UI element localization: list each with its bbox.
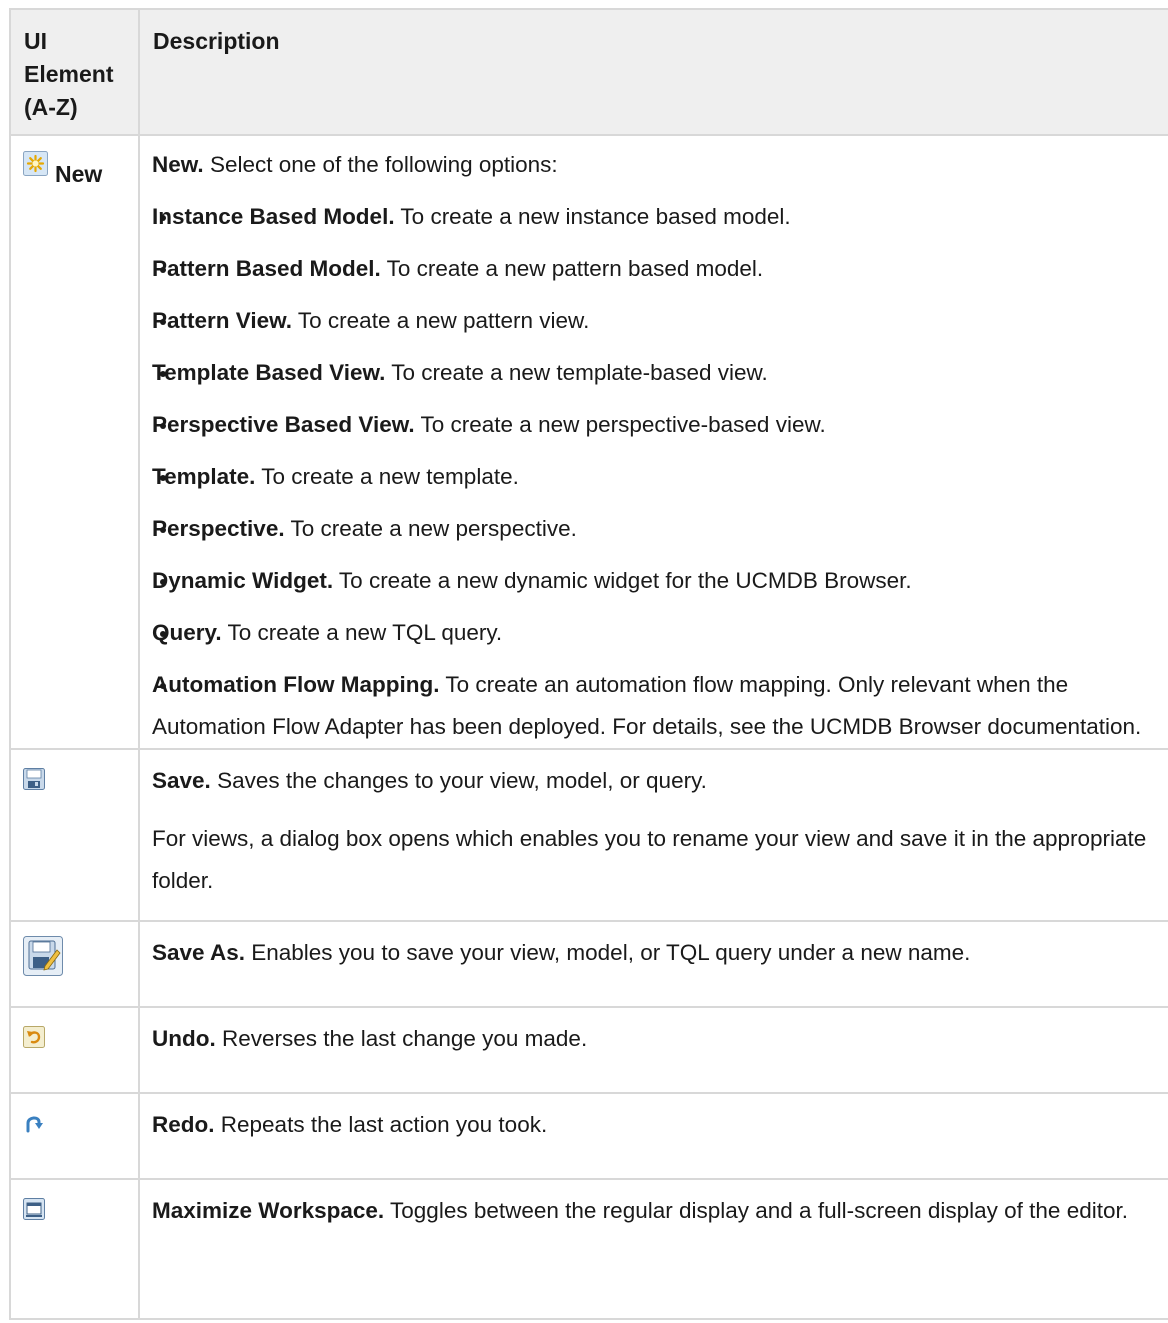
option-text: To create a new perspective-based view. [414,412,826,437]
option-text: To create a new instance based model. [394,204,791,229]
list-item: Perspective. To create a new perspective… [152,508,1165,550]
element-column-header: UI Element (A-Z) [9,8,140,136]
term: Save As. [152,940,245,965]
option-text: To create a new dynamic widget for the U… [333,568,912,593]
term: Maximize Workspace. [152,1198,385,1223]
description-cell: Save As. Enables you to save your view, … [138,920,1168,1008]
definition: Select one of the following options: [203,152,558,177]
table-row-save-as: Save As. Enables you to save your view, … [9,920,1168,1008]
term: Save. [152,768,211,793]
term: Undo. [152,1026,216,1051]
option-text: To create a new perspective. [284,516,577,541]
definition: Toggles between the regular display and … [384,1198,1128,1223]
option-name: Perspective. [152,516,285,541]
option-name: Template. [152,464,256,489]
element-cell [9,1006,140,1094]
redo-icon [23,1106,45,1148]
description-lead: Save As. Enables you to save your view, … [152,932,1165,974]
term: Redo. [152,1112,215,1137]
definition: Reverses the last change you made. [215,1026,588,1051]
description-column-header: Description [138,8,1168,136]
save-as-icon [23,936,63,990]
element-header-line: Element [24,61,114,87]
new-label: New [55,161,103,187]
description-cell: Maximize Workspace. Toggles between the … [138,1178,1168,1320]
option-name: Instance Based Model. [152,204,395,229]
element-header-line: (A-Z) [24,94,78,120]
option-text: To create a new template. [255,464,519,489]
option-text: To create a new pattern based model. [380,256,764,281]
option-name: Pattern View. [152,308,293,333]
table-row-new: New New. Select one of the following opt… [9,134,1168,750]
description-note: For views, a dialog box opens which enab… [152,826,1147,893]
option-text: To create a new template-based view. [385,360,768,385]
option-name: Dynamic Widget. [152,568,334,593]
list-item: Pattern View. To create a new pattern vi… [152,300,1165,342]
option-name: Query. [152,620,222,645]
definition: Saves the changes to your view, model, o… [210,768,707,793]
description-cell: New. Select one of the following options… [138,134,1168,750]
save-icon [23,762,45,804]
description-lead: Maximize Workspace. Toggles between the … [152,1190,1165,1232]
description-cell: Undo. Reverses the last change you made. [138,1006,1168,1094]
list-item: Instance Based Model. To create a new in… [152,196,1165,238]
table-row-save: Save. Saves the changes to your view, mo… [9,748,1168,922]
description-lead: Save. Saves the changes to your view, mo… [152,760,1165,802]
header-row: UI Element (A-Z) Description [9,8,1168,136]
definition: Enables you to save your view, model, or… [244,940,971,965]
option-text: To create a new TQL query. [221,620,503,645]
option-name: Perspective Based View. [152,412,415,437]
list-item: Dynamic Widget. To create a new dynamic … [152,560,1165,602]
list-item: Template Based View. To create a new tem… [152,352,1165,394]
option-name: Pattern Based Model. [152,256,381,281]
element-cell [9,748,140,922]
list-item: Automation Flow Mapping. To create an au… [152,664,1165,748]
table-row-maximize: Maximize Workspace. Toggles between the … [9,1178,1168,1320]
element-header-line: UI [24,28,47,54]
definition: Repeats the last action you took. [214,1112,548,1137]
description-lead: New. Select one of the following options… [152,144,1165,186]
table-row-redo: Redo. Repeats the last action you took. [9,1092,1168,1180]
description-cell: Save. Saves the changes to your view, mo… [138,748,1168,922]
list-item: Template. To create a new template. [152,456,1165,498]
new-icon [23,148,48,190]
options-list: Instance Based Model. To create a new in… [152,196,1165,748]
term: New. [152,152,204,177]
element-cell [9,1092,140,1180]
list-item: Query. To create a new TQL query. [152,612,1165,654]
table-row-undo: Undo. Reverses the last change you made. [9,1006,1168,1094]
element-cell: New [9,134,140,750]
description-cell: Redo. Repeats the last action you took. [138,1092,1168,1180]
description-lead: Redo. Repeats the last action you took. [152,1104,1165,1146]
option-name: Automation Flow Mapping. [152,672,440,697]
maximize-workspace-icon [23,1192,45,1234]
ui-elements-table: UI Element (A-Z) Description New New. Se… [9,8,1168,1320]
element-cell [9,920,140,1008]
option-text: To create a new pattern view. [292,308,590,333]
option-name: Template Based View. [152,360,386,385]
list-item: Perspective Based View. To create a new … [152,404,1165,446]
list-item: Pattern Based Model. To create a new pat… [152,248,1165,290]
element-cell [9,1178,140,1320]
undo-icon [23,1020,45,1062]
description-lead: Undo. Reverses the last change you made. [152,1018,1165,1060]
